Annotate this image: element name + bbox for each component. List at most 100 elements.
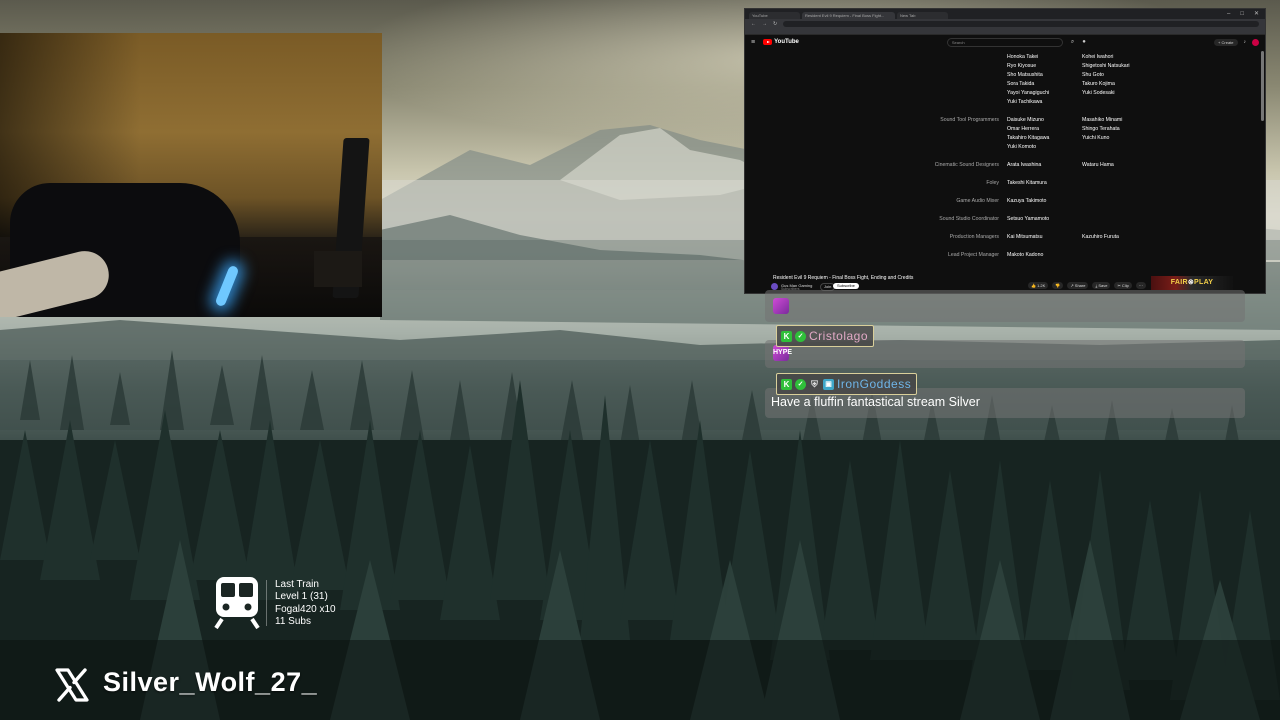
credit-name: Takuro Kojima bbox=[1082, 81, 1115, 87]
kick-badge-icon: K bbox=[781, 378, 792, 390]
credit-name: Shu Goto bbox=[1082, 72, 1104, 78]
verified-badge-icon: ✓ bbox=[795, 330, 806, 342]
credit-name: Setsuo Yamamoto bbox=[1007, 216, 1050, 222]
verified-badge-icon: ✓ bbox=[795, 378, 806, 390]
credit-role: Lead Project Manager bbox=[947, 252, 999, 258]
youtube-logo-text: YouTube bbox=[774, 39, 799, 45]
channel-avatar[interactable] bbox=[771, 283, 778, 290]
video-credits: Honoka Takei Kohei Iwahori Ryo Kiyosue Shig… bbox=[745, 49, 1265, 275]
train-info: Last Train Level 1 (31) Fogal420 x10 11 … bbox=[275, 579, 336, 629]
bot-badge-icon: ▣ bbox=[823, 378, 834, 390]
train-top-contributor: Fogal420 x10 bbox=[275, 603, 336, 615]
chat-username[interactable]: IronGoddess bbox=[837, 377, 911, 391]
x-logo-icon bbox=[55, 668, 89, 702]
more-button[interactable]: ⋯ bbox=[1135, 282, 1146, 289]
menu-icon[interactable]: ≡ bbox=[751, 39, 755, 46]
credit-name: Wataru Hama bbox=[1082, 162, 1114, 168]
credit-name: Arata Iwashina bbox=[1007, 162, 1042, 168]
youtube-play-icon bbox=[763, 39, 773, 45]
bell-icon[interactable]: ♪ bbox=[1244, 39, 1247, 45]
credit-name: Yayoi Yanagiguchi bbox=[1007, 90, 1050, 96]
credit-name: Kohei Iwahori bbox=[1082, 54, 1114, 60]
moderator-shield-icon: ⛨ bbox=[811, 378, 818, 389]
save-button[interactable]: ⤓ Save bbox=[1092, 282, 1111, 289]
credit-role: Cinematic Sound Designers bbox=[934, 162, 999, 168]
youtube-header-right: + Create ♪ bbox=[1214, 38, 1259, 46]
maximize-icon[interactable]: □ bbox=[1240, 9, 1244, 19]
credit-name: Sho Matsushita bbox=[1007, 72, 1043, 78]
credit-name: Yuichi Kuno bbox=[1082, 135, 1110, 141]
share-button[interactable]: ↗ Share bbox=[1067, 282, 1089, 289]
kick-badge-icon: K bbox=[781, 330, 792, 342]
credit-name: Shigetoshi Natsukari bbox=[1082, 63, 1130, 69]
window-controls: – □ ✕ bbox=[1227, 9, 1265, 19]
youtube-header: ≡ YouTube Search ⌕ ● + Create ♪ bbox=[745, 35, 1265, 49]
train-level: Level 1 (31) bbox=[275, 591, 328, 603]
like-button[interactable]: 👍 1.2K bbox=[1028, 282, 1049, 289]
credit-name: Ryo Kiyosue bbox=[1007, 63, 1037, 69]
credit-name: Daisuke Mizuno bbox=[1007, 117, 1044, 123]
credit-name: Sora Takida bbox=[1007, 81, 1035, 87]
credit-name: Masahiko Minami bbox=[1082, 117, 1123, 123]
search-icon[interactable]: ⌕ bbox=[1071, 39, 1074, 46]
address-bar-row: ← → ↻ bbox=[745, 19, 1265, 28]
chat-message-text: Have a fluffin fantastical stream Silver bbox=[771, 395, 980, 409]
credit-name: Yuki Tachikawa bbox=[1007, 99, 1043, 105]
chat-message bbox=[765, 290, 1245, 322]
credit-name: Yuki Komoto bbox=[1007, 144, 1037, 150]
credit-name: Omar Herrera bbox=[1007, 126, 1039, 132]
social-handle: Silver_Wolf_27_ bbox=[103, 667, 318, 697]
avatar[interactable] bbox=[1252, 38, 1259, 46]
create-button[interactable]: + Create bbox=[1214, 38, 1238, 46]
credit-role: Sound Studio Coordinator bbox=[939, 216, 999, 222]
video-title: Resident Evil 9 Requiem - Final Boss Fig… bbox=[773, 275, 914, 281]
chat-emote: HYPE bbox=[773, 345, 792, 361]
close-icon[interactable]: ✕ bbox=[1254, 9, 1259, 19]
credit-name: Yuki Sodesaki bbox=[1082, 90, 1115, 96]
credit-role: Production Managers bbox=[949, 234, 999, 240]
youtube-search-input[interactable]: Search bbox=[946, 37, 1063, 47]
chat-username-tag: K ✓ Cristolago bbox=[776, 325, 875, 347]
clip-button[interactable]: ✂ Clip bbox=[1114, 282, 1132, 289]
ad-banner[interactable]: FAIR⊗PLAY bbox=[1151, 276, 1233, 290]
dislike-button[interactable]: 👎 bbox=[1052, 282, 1064, 289]
scrollbar[interactable] bbox=[1261, 51, 1264, 121]
mic-icon[interactable]: ● bbox=[1082, 39, 1086, 45]
minimize-icon[interactable]: – bbox=[1227, 9, 1230, 19]
browser-tab-active[interactable]: Resident Evil 9 Requiem - Final Boss Fig… bbox=[802, 12, 895, 19]
back-icon[interactable]: ← bbox=[751, 21, 756, 27]
subscribe-button[interactable]: Subscribe bbox=[833, 283, 859, 289]
browser-tab[interactable]: YouTube bbox=[749, 12, 800, 19]
browser-capture: YouTube Resident Evil 9 Requiem - Final … bbox=[744, 8, 1266, 294]
credit-name: Honoka Takei bbox=[1007, 54, 1039, 60]
address-bar[interactable] bbox=[783, 20, 1259, 27]
train-subs: 11 Subs bbox=[275, 616, 311, 628]
ad-banner-text-b: PLAY bbox=[1194, 279, 1214, 286]
train-title: Last Train bbox=[275, 579, 319, 590]
forward-icon[interactable]: → bbox=[762, 21, 767, 27]
credit-name: Takeshi Kitamura bbox=[1007, 180, 1047, 186]
credit-name: Shingo Terahata bbox=[1082, 126, 1120, 132]
credit-name: Kazuhiro Furuta bbox=[1082, 234, 1119, 240]
reload-icon[interactable]: ↻ bbox=[773, 21, 777, 27]
chat-username[interactable]: Cristolago bbox=[809, 329, 868, 343]
ad-banner-text-a: FAIR bbox=[1170, 279, 1188, 286]
credit-name: Kai Mitsumatsu bbox=[1007, 234, 1043, 240]
webcam-feed bbox=[0, 33, 382, 317]
video-actions: 👍 1.2K 👎 ↗ Share ⤓ Save ✂ Clip ⋯ bbox=[1028, 282, 1146, 289]
youtube-logo[interactable]: YouTube bbox=[763, 39, 799, 45]
credit-name: Takahiro Kitagawa bbox=[1007, 135, 1050, 141]
bookmarks-bar bbox=[745, 28, 1265, 35]
credit-name: Makoto Kadono bbox=[1007, 252, 1044, 258]
credit-role: Foley bbox=[986, 180, 999, 186]
train-icon bbox=[214, 577, 260, 629]
credit-name: Kazuya Takimoto bbox=[1007, 198, 1047, 204]
credit-role: Sound Tool Programmers bbox=[940, 117, 999, 123]
webcam-object bbox=[314, 251, 362, 287]
browser-tab-bar: YouTube Resident Evil 9 Requiem - Final … bbox=[745, 9, 1265, 19]
train-divider bbox=[266, 580, 267, 626]
chat-username-tag: K ✓ ⛨ ▣ IronGoddess bbox=[776, 373, 918, 395]
credit-role: Game Audio Mixer bbox=[956, 198, 999, 204]
browser-tab[interactable]: New Tab bbox=[897, 12, 948, 19]
chat-emote bbox=[773, 298, 789, 314]
